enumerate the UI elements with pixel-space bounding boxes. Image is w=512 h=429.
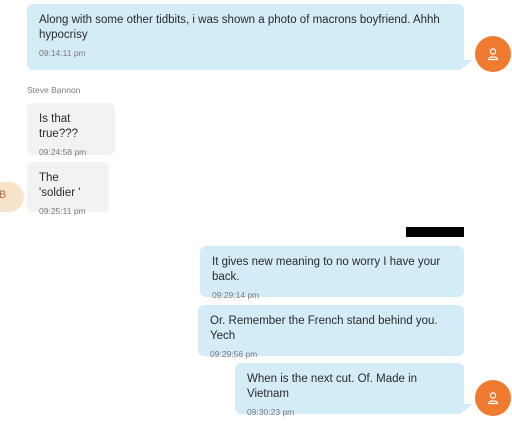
message-text: When is the next cut. Of. Made in Vietna… [247,373,418,400]
user-icon [487,48,499,61]
message-timestamp: 09:30:23 pm [247,407,295,417]
message-text: The 'soldier ' [39,172,81,199]
message-bubble: The 'soldier ' 09:25:11 pm [27,162,109,216]
message-bubble: It gives new meaning to no worry I have … [200,246,464,300]
message-bubble: Along with some other tidbits, i was sho… [27,4,464,70]
message-bubble: Is that true??? 09:24:58 pm [27,103,115,157]
avatar[interactable] [475,36,511,72]
bubble-tail [464,404,473,411]
user-icon [487,392,499,405]
message-timestamp: 09:29:14 pm [212,290,260,300]
message-timestamp: 09:29:56 pm [210,349,258,359]
message-text: It gives new meaning to no worry I have … [212,256,441,283]
message-text: Along with some other tidbits, i was sho… [39,14,440,41]
message-timestamp: 09:25:11 pm [39,206,86,216]
avatar[interactable]: B [0,182,24,212]
message-text: Or. Remember the French stand behind you… [210,315,438,342]
message-text: Is that true??? [39,113,79,140]
message-timestamp: 09:14:11 pm [39,48,86,58]
avatar[interactable] [475,380,511,416]
message-bubble: Or. Remember the French stand behind you… [198,305,464,359]
sender-name: Steve Bannon [27,85,81,95]
avatar-initial: B [0,189,7,201]
message-timestamp: 09:24:58 pm [39,147,87,157]
redaction-bar [406,227,464,237]
message-bubble: When is the next cut. Of. Made in Vietna… [235,363,464,417]
bubble-tail [464,60,473,67]
